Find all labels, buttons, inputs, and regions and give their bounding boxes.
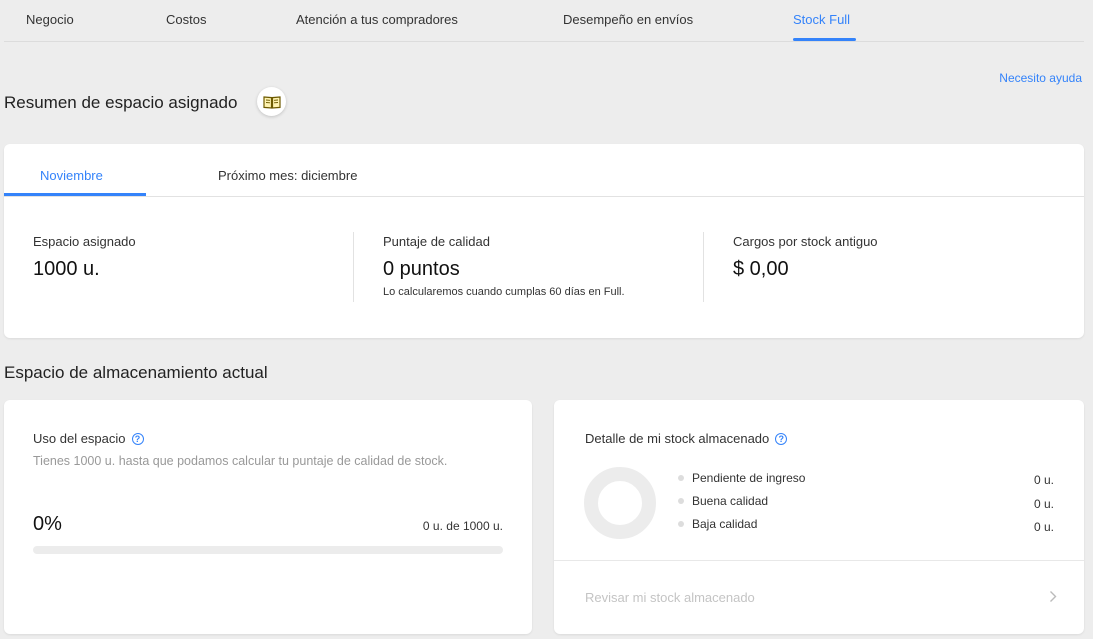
metric-value: 1000 u. (33, 258, 100, 280)
top-navigation: Negocio Costos Atención a tus compradore… (4, 0, 1084, 42)
usage-heading-label: Uso del espacio (33, 431, 126, 446)
metric-label: Espacio asignado (33, 234, 136, 249)
metric-divider (353, 232, 354, 302)
legend-dot (678, 521, 684, 527)
metric-label: Puntaje de calidad (383, 234, 490, 249)
legend-value: 0 u. (1033, 497, 1054, 511)
usage-ratio: 0 u. de 1000 u. (422, 519, 503, 533)
detail-heading: Detalle de mi stock almacenado ? (585, 431, 788, 446)
legend-value: 0 u. (1033, 520, 1054, 534)
legend-dot (678, 498, 684, 504)
summary-title: Resumen de espacio asignado (4, 93, 238, 112)
legend-label: Pendiente de ingreso (692, 471, 806, 485)
usage-description: Tienes 1000 u. hasta que podamos calcula… (33, 454, 448, 468)
tab-atencion-compradores[interactable]: Atención a tus compradores (296, 12, 458, 27)
legend-baja-calidad: Baja calidad (678, 517, 757, 531)
tab-desempeno-envios[interactable]: Desempeño en envíos (563, 12, 693, 27)
tab-costos[interactable]: Costos (166, 12, 206, 27)
storage-title: Espacio de almacenamiento actual (4, 363, 268, 382)
stock-donut-chart (584, 467, 656, 539)
summary-card: Noviembre Próximo mes: diciembre Espacio… (4, 144, 1084, 338)
usage-percent: 0% (33, 513, 62, 535)
usage-progress-bar (33, 546, 503, 554)
tab-proximo-mes[interactable]: Próximo mes: diciembre (218, 168, 357, 183)
card-divider (554, 560, 1084, 561)
tab-noviembre[interactable]: Noviembre (40, 168, 103, 183)
book-icon[interactable] (257, 87, 286, 116)
legend-label: Buena calidad (692, 494, 769, 508)
metric-cargos-stock: Cargos por stock antiguo $ 0,00 (733, 234, 878, 281)
legend-dot (678, 475, 684, 481)
chevron-right-icon[interactable] (1049, 590, 1057, 608)
metric-espacio-asignado: Espacio asignado 1000 u. (33, 234, 136, 281)
active-tab-indicator (793, 38, 856, 41)
month-tab-indicator (4, 193, 146, 196)
help-link[interactable]: Necesito ayuda (999, 71, 1082, 85)
metric-note: Lo calcularemos cuando cumplas 60 días e… (383, 286, 625, 298)
legend-pendiente-ingreso: Pendiente de ingreso (678, 471, 805, 485)
detail-heading-label: Detalle de mi stock almacenado (585, 431, 770, 446)
help-question-icon[interactable]: ? (775, 432, 788, 445)
metric-puntaje-calidad: Puntaje de calidad 0 puntos Lo calculare… (383, 234, 625, 298)
review-stock-link[interactable]: Revisar mi stock almacenado (585, 590, 755, 605)
tab-negocio[interactable]: Negocio (26, 12, 74, 27)
metric-label: Cargos por stock antiguo (733, 234, 878, 249)
help-question-icon[interactable]: ? (131, 432, 144, 445)
usage-heading: Uso del espacio ? (33, 431, 144, 446)
legend-label: Baja calidad (692, 517, 758, 531)
space-usage-card: Uso del espacio ? Tienes 1000 u. hasta q… (4, 400, 532, 634)
metric-value: 0 puntos (383, 258, 460, 280)
legend-buena-calidad: Buena calidad (678, 494, 768, 508)
legend-value: 0 u. (1033, 473, 1054, 487)
month-tabs: Noviembre Próximo mes: diciembre (4, 144, 1084, 197)
tab-stock-full[interactable]: Stock Full (793, 12, 850, 27)
metric-divider (703, 232, 704, 302)
metric-value: $ 0,00 (733, 258, 789, 280)
stock-detail-card: Detalle de mi stock almacenado ? Pendien… (554, 400, 1084, 634)
